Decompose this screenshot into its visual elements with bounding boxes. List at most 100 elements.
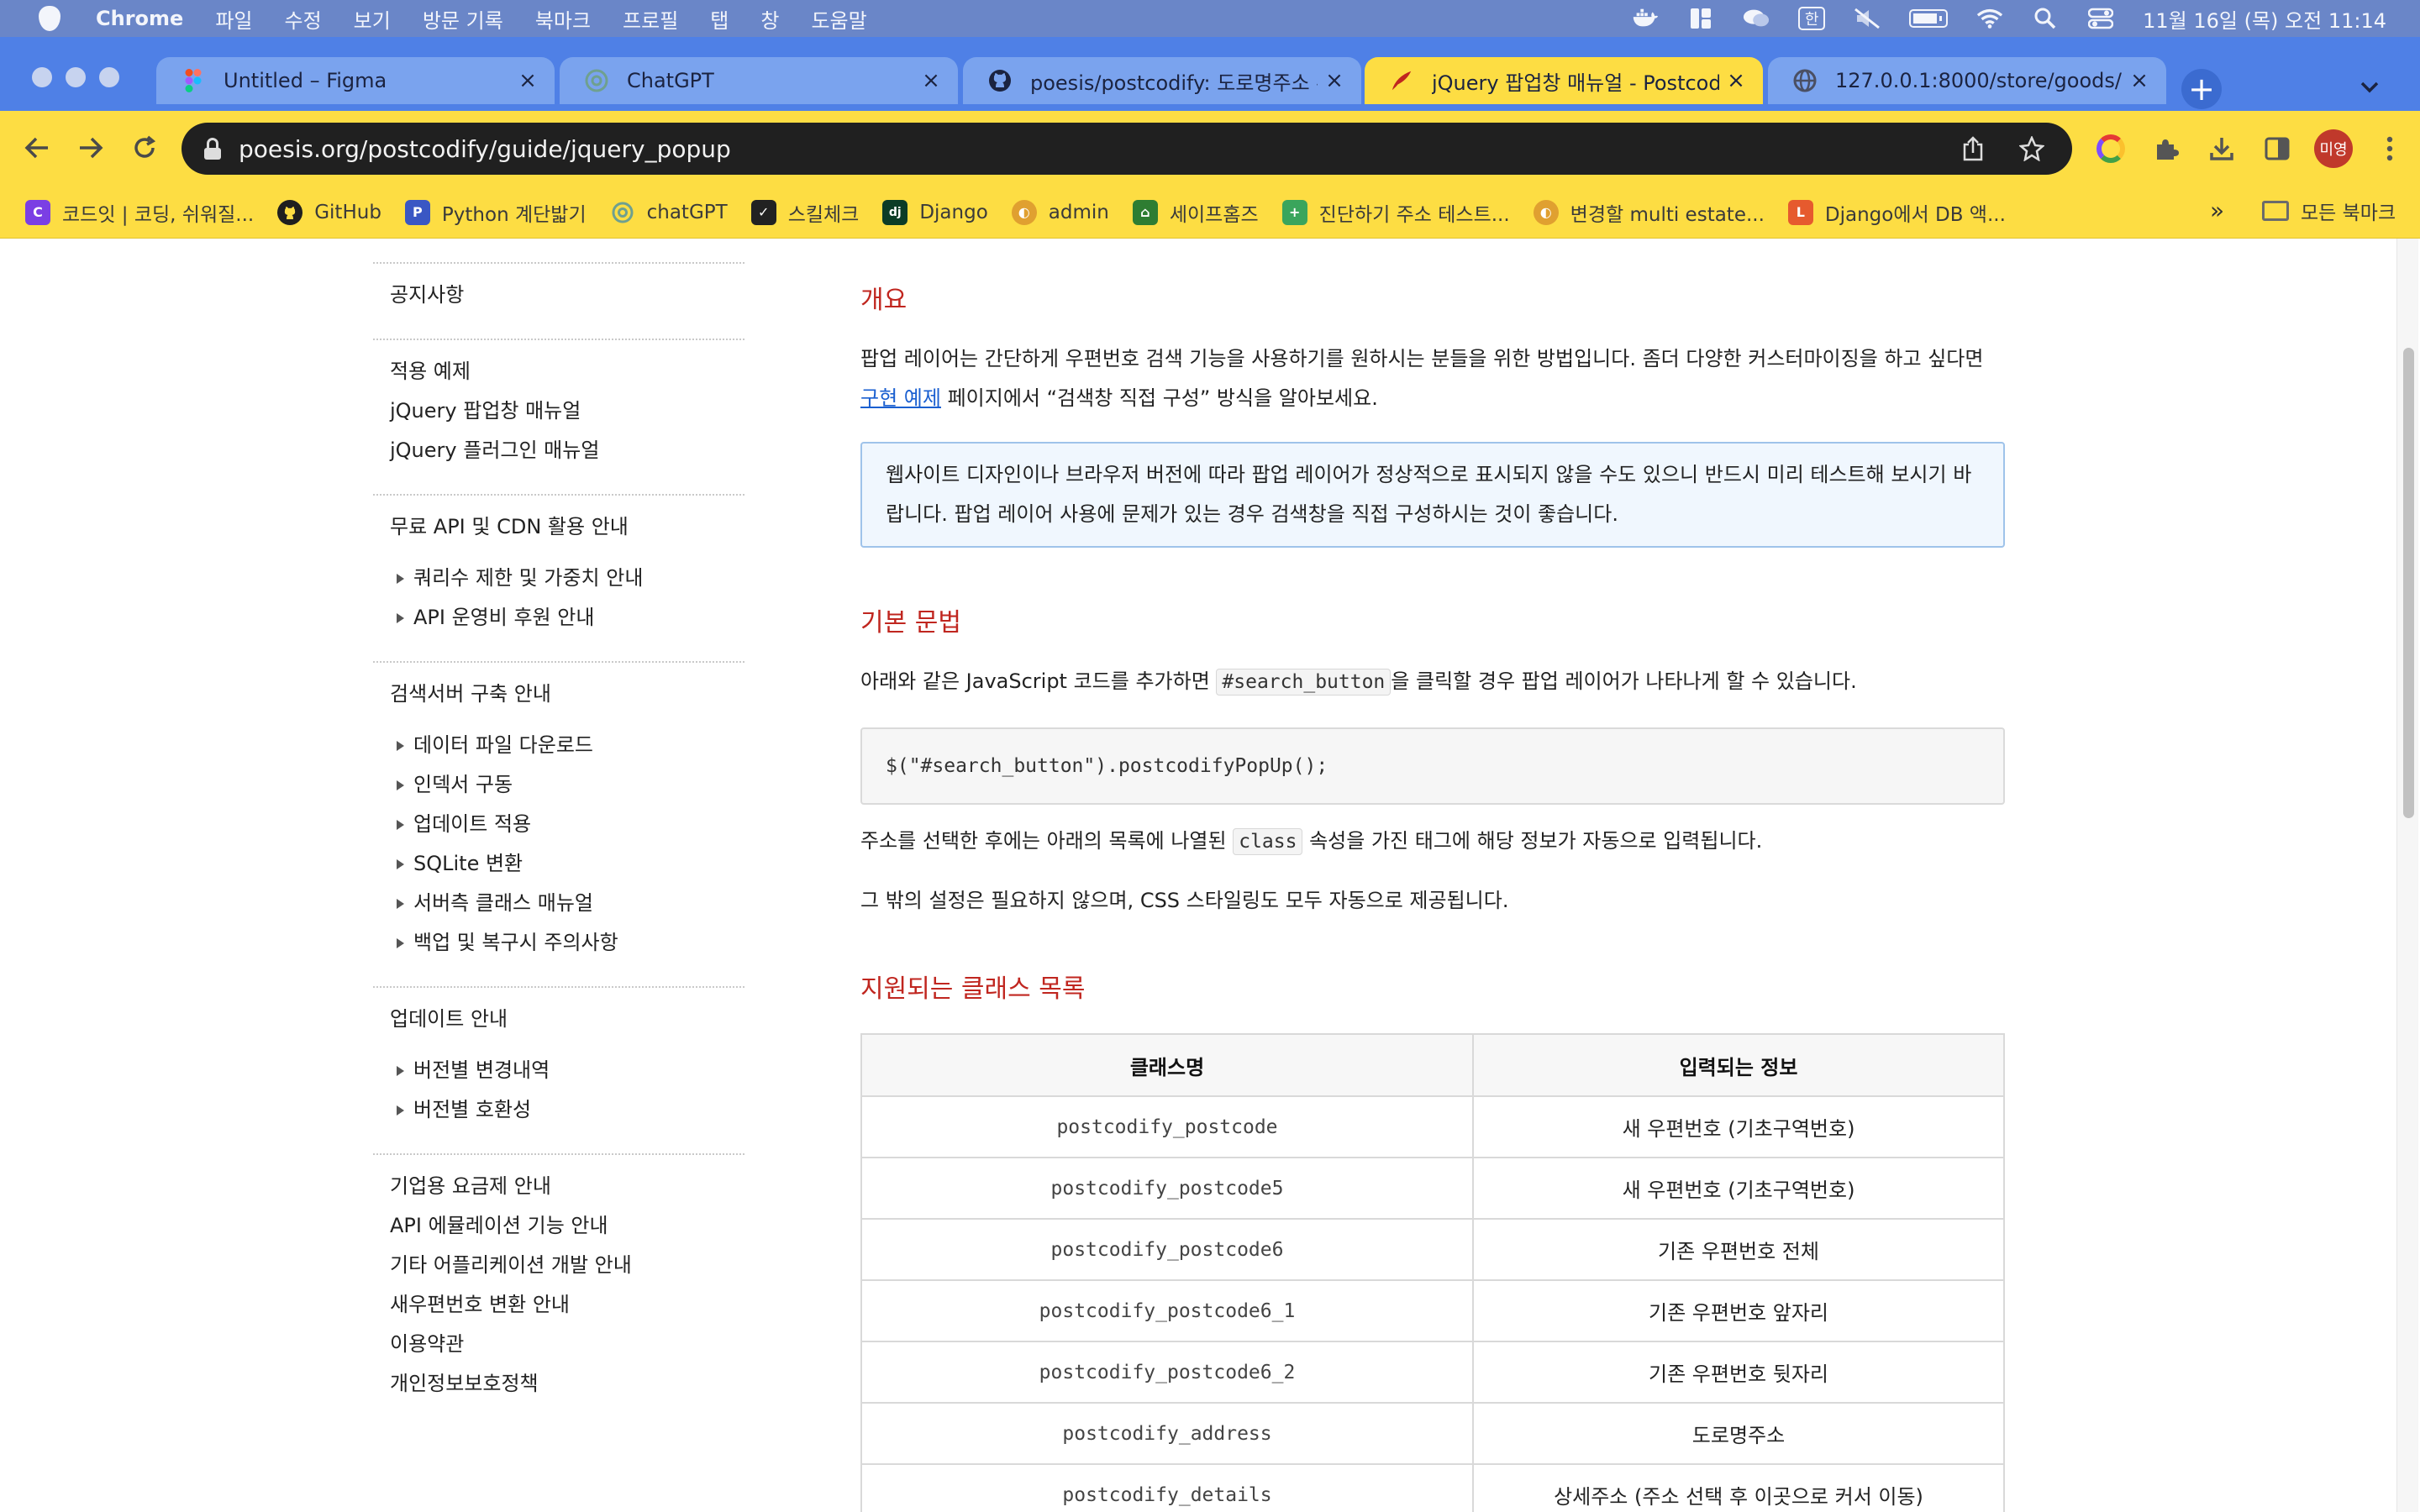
- minimize-window-button[interactable]: [66, 67, 86, 87]
- address-bar[interactable]: poesis.org/postcodify/guide/jquery_popup: [182, 123, 2072, 175]
- tab-chatgpt[interactable]: ChatGPT ×: [560, 57, 958, 104]
- sidebar-sublink-api-sponsor[interactable]: API 운영비 후원 안내: [390, 598, 728, 638]
- sidebar-link-new-postcode[interactable]: 새우편번호 변환 안내: [390, 1285, 728, 1325]
- sidebar-sublink-server-class[interactable]: 서버측 클래스 매뉴얼: [390, 884, 728, 923]
- sidebar-sublink-changelog[interactable]: 버전별 변경내역: [390, 1051, 728, 1090]
- menu-edit[interactable]: 수정: [284, 4, 321, 34]
- input-method-icon[interactable]: 한: [1798, 7, 1826, 30]
- reload-icon[interactable]: [126, 129, 163, 166]
- github-icon: [988, 69, 1012, 92]
- sidebar-link-notice[interactable]: 공지사항: [390, 276, 728, 315]
- bookmark-diagnose[interactable]: + 진단하기 주소 테스트...: [1281, 198, 1510, 227]
- sidebar-sublink-compatibility[interactable]: 버전별 호환성: [390, 1090, 728, 1130]
- battery-icon[interactable]: [1909, 9, 1949, 28]
- sidebar-sublink-sqlite[interactable]: SQLite 변환: [390, 844, 728, 884]
- sidebar-link-api-emulation[interactable]: API 에뮬레이션 기능 안내: [390, 1206, 728, 1246]
- tab-figma[interactable]: Untitled – Figma ×: [156, 57, 555, 104]
- mute-icon[interactable]: [1854, 8, 1881, 29]
- bookmark-star-icon[interactable]: [2013, 130, 2050, 167]
- bookmark-multi-estate[interactable]: ◐ 변경할 multi estate...: [1533, 198, 1765, 227]
- bookmark-admin[interactable]: ◐ admin: [1011, 199, 1109, 225]
- sidebar-sublink-update-apply[interactable]: 업데이트 적용: [390, 805, 728, 844]
- sidebar-link-enterprise[interactable]: 기업용 요금제 안내: [390, 1167, 728, 1206]
- bookmark-django[interactable]: dj Django: [882, 199, 988, 225]
- apple-menu-icon[interactable]: [37, 4, 62, 33]
- close-tab-icon[interactable]: ×: [511, 68, 544, 93]
- scrollbar-thumb[interactable]: [2403, 348, 2414, 818]
- url-text[interactable]: poesis.org/postcodify/guide/jquery_popup: [239, 135, 1954, 163]
- chat-bubble-icon[interactable]: [1743, 8, 1770, 29]
- share-icon[interactable]: [1954, 130, 1991, 167]
- bookmark-skillcheck[interactable]: ✓ 스킬체크: [750, 198, 859, 227]
- info-cell: 기존 우편번호 앞자리: [1472, 1279, 2005, 1342]
- all-bookmarks-button[interactable]: 모든 북마크: [2262, 197, 2396, 225]
- profile-avatar[interactable]: 미영: [2314, 129, 2353, 168]
- close-tab-icon[interactable]: ×: [1318, 68, 1351, 93]
- sidebar-sublink-data-download[interactable]: 데이터 파일 다운로드: [390, 726, 728, 765]
- docker-icon[interactable]: [1632, 8, 1659, 29]
- new-tab-button[interactable]: +: [2181, 69, 2222, 109]
- spotlight-search-icon[interactable]: [2032, 8, 2059, 29]
- close-tab-icon[interactable]: ×: [2123, 68, 2156, 93]
- menu-bookmarks[interactable]: 북마크: [535, 4, 591, 34]
- sidebar-link-terms[interactable]: 이용약관: [390, 1325, 728, 1364]
- page-scrollbar[interactable]: [2396, 239, 2418, 1512]
- tab-search-chevron-icon[interactable]: [2353, 71, 2386, 104]
- sidebar-link-server-setup[interactable]: 검색서버 구축 안내: [390, 675, 728, 714]
- close-tab-icon[interactable]: ×: [914, 68, 948, 93]
- bookmark-chatgpt[interactable]: chatGPT: [610, 200, 728, 225]
- sidebar-link-other-apps[interactable]: 기타 어플리케이션 개발 안내: [390, 1246, 728, 1285]
- sidebar-link-jquery-popup[interactable]: jQuery 팝업창 매뉴얼: [390, 391, 728, 431]
- sidebar-link-privacy[interactable]: 개인정보보호정책: [390, 1364, 728, 1404]
- bookmarks-bar: C 코드잇 | 코딩, 쉬워질... GitHub P Python 계단밟기 …: [0, 186, 2420, 239]
- overview-text: 팝업 레이어는 간단하게 우편번호 검색 기능을 사용하기를 원하시는 분들을 …: [860, 347, 1984, 370]
- table-row: postcodify_postcode6 기존 우편번호 전체: [860, 1218, 2005, 1281]
- menu-file[interactable]: 파일: [215, 4, 252, 34]
- lock-icon[interactable]: [203, 138, 222, 160]
- after-select-text: 주소를 선택한 후에는 아래의 목록에 나열된: [860, 829, 1234, 853]
- back-arrow-icon[interactable]: [18, 129, 55, 166]
- bookmark-safehomes[interactable]: ⌂ 세이프홈즈: [1132, 198, 1259, 227]
- close-tab-icon[interactable]: ×: [1719, 68, 1753, 93]
- extensions-puzzle-icon[interactable]: [2148, 130, 2185, 167]
- table-row: postcodify_details 상세주소 (주소 선택 후 이곳으로 커서…: [860, 1463, 2005, 1512]
- bookmark-github[interactable]: GitHub: [277, 199, 381, 225]
- download-icon[interactable]: [2203, 130, 2240, 167]
- velog-icon: L: [1787, 199, 1813, 225]
- control-center-icon[interactable]: [2087, 8, 2114, 29]
- menubar-clock[interactable]: 11월 16일 (목) 오전 11:14: [2143, 4, 2386, 34]
- implementation-example-link[interactable]: 구현 예제: [860, 386, 941, 410]
- syntax-text: 아래와 같은 JavaScript 코드를 추가하면: [860, 669, 1217, 693]
- sidebar-link-examples[interactable]: 적용 예제: [390, 352, 728, 391]
- bookmark-python[interactable]: P Python 계단밟기: [404, 198, 587, 227]
- window-layout-icon[interactable]: [1687, 8, 1714, 29]
- kebab-menu-icon[interactable]: [2371, 130, 2408, 167]
- sidebar-link-free-api[interactable]: 무료 API 및 CDN 활용 안내: [390, 507, 728, 547]
- color-extension-icon[interactable]: [2092, 130, 2129, 167]
- sidebar-sublink-backup[interactable]: 백업 및 복구시 주의사항: [390, 923, 728, 963]
- sidebar-link-updates[interactable]: 업데이트 안내: [390, 1000, 728, 1039]
- menu-window[interactable]: 창: [760, 4, 779, 34]
- bookmark-label: chatGPT: [646, 201, 728, 223]
- sidebar-link-jquery-plugin[interactable]: jQuery 플러그인 매뉴얼: [390, 431, 728, 470]
- sidebar-sublink-query-limit[interactable]: 쿼리수 제한 및 가중치 안내: [390, 559, 728, 598]
- side-panel-icon[interactable]: [2259, 130, 2296, 167]
- menu-tab[interactable]: 탭: [710, 4, 729, 34]
- bookmark-codeit[interactable]: C 코드잇 | 코딩, 쉬워질...: [25, 198, 254, 227]
- tab-localhost[interactable]: 127.0.0.1:8000/store/goods/list ×: [1768, 57, 2166, 104]
- zoom-window-button[interactable]: [99, 67, 119, 87]
- tab-github[interactable]: poesis/postcodify: 도로명주소 우 ×: [963, 57, 1361, 104]
- menu-view[interactable]: 보기: [354, 4, 391, 34]
- menu-profiles[interactable]: 프로필: [623, 4, 678, 34]
- menu-history[interactable]: 방문 기록: [423, 4, 503, 34]
- wifi-icon[interactable]: [1976, 8, 2003, 29]
- app-menu-chrome[interactable]: Chrome: [96, 7, 183, 30]
- forward-arrow-icon[interactable]: [72, 129, 109, 166]
- bookmark-django-db[interactable]: L Django에서 DB 액...: [1787, 198, 2006, 227]
- close-window-button[interactable]: [32, 67, 52, 87]
- sidebar-sublink-indexer[interactable]: 인덱서 구동: [390, 765, 728, 805]
- tab-postcodify-active[interactable]: jQuery 팝업창 매뉴얼 - Postcodify ×: [1365, 57, 1763, 104]
- menu-help[interactable]: 도움말: [811, 4, 866, 34]
- folder-icon: [2262, 201, 2289, 221]
- bookmarks-overflow-chevron-icon[interactable]: »: [2210, 197, 2224, 224]
